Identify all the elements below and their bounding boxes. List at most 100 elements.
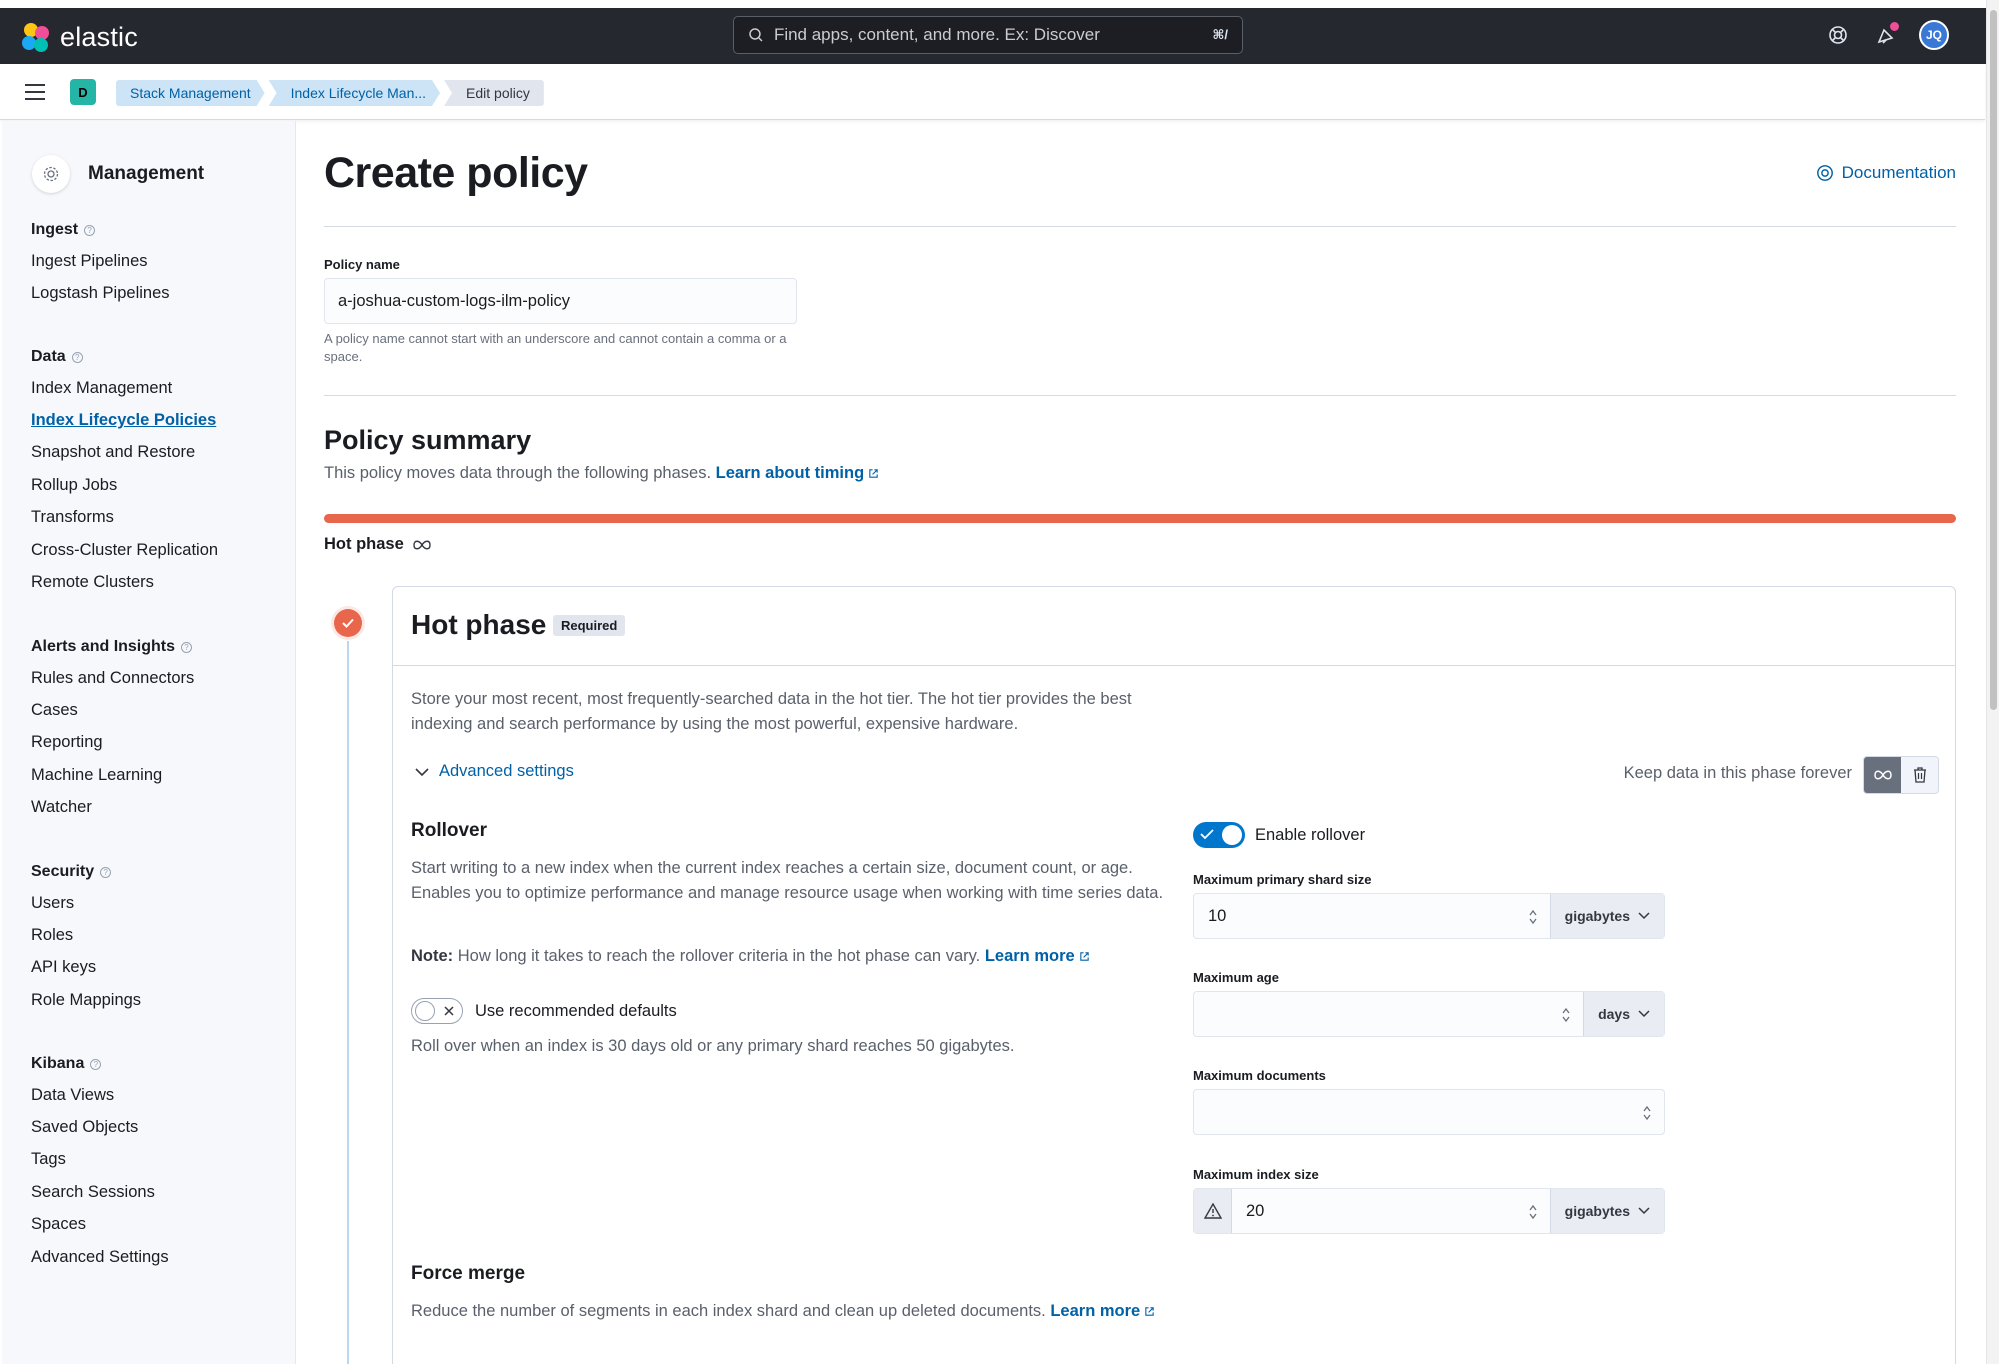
elastic-logo-icon (22, 22, 52, 53)
page-scrollbar[interactable] (1986, 0, 1999, 1364)
enable-rollover-switch[interactable] (1193, 822, 1245, 848)
sidebar-item-ingest-pipelines[interactable]: Ingest Pipelines (31, 245, 170, 277)
sidebar-title: Management (88, 163, 205, 184)
help-icon[interactable] (1823, 20, 1853, 50)
sidebar-item-saved-objects[interactable]: Saved Objects (31, 1111, 169, 1143)
keep-forever-label: Keep data in this phase forever (1623, 764, 1852, 782)
sidebar-item-cases[interactable]: Cases (31, 694, 194, 726)
stepper-icon[interactable] (1528, 908, 1538, 926)
note-label: Note: (411, 947, 454, 965)
max-shard-field[interactable]: 10 gigabytes (1193, 893, 1665, 939)
info-icon: ? (181, 641, 193, 653)
top-header: elastic ⌘/ JQ (0, 0, 1999, 64)
sidebar-item-data-views[interactable]: Data Views (31, 1079, 169, 1111)
info-icon: ? (71, 351, 83, 363)
sidebar-item-users[interactable]: Users (31, 887, 141, 919)
infinity-icon (413, 540, 431, 549)
search-shortcut: ⌘/ (1212, 27, 1228, 42)
stepper-icon[interactable] (1561, 1006, 1571, 1024)
sidebar-item-advanced-settings[interactable]: Advanced Settings (31, 1241, 169, 1273)
max-shard-value[interactable]: 10 (1208, 907, 1226, 926)
management-sidebar: Management Ingest? Ingest Pipelines Logs… (2, 121, 296, 1364)
force-merge-text: Reduce the number of segments in each in… (411, 1302, 1046, 1320)
sidebar-item-index-management[interactable]: Index Management (31, 372, 218, 404)
scrollbar-thumb[interactable] (1990, 10, 1997, 710)
learn-timing-link[interactable]: Learn about timing (716, 464, 865, 482)
defaults-text: Roll over when an index is 30 days old o… (411, 1037, 1015, 1055)
menu-icon[interactable] (25, 84, 45, 105)
policy-summary-text: This policy moves data through the follo… (324, 461, 879, 486)
space-avatar[interactable]: D (70, 79, 96, 105)
group-title: Alerts and Insights (31, 638, 176, 655)
max-age-unit-select[interactable]: days (1583, 992, 1664, 1036)
max-index-value[interactable]: 20 (1246, 1202, 1264, 1221)
breadcrumb-stack-management[interactable]: Stack Management (116, 80, 265, 106)
sidebar-group-alerts: Alerts and Insights? Rules and Connector… (31, 636, 194, 824)
divider (324, 395, 1956, 396)
sidebar-item-reporting[interactable]: Reporting (31, 727, 194, 759)
check-icon (334, 609, 362, 637)
divider (324, 226, 1956, 227)
max-index-label: Maximum index size (1193, 1167, 1319, 1182)
sidebar-item-remote-clusters[interactable]: Remote Clusters (31, 566, 218, 598)
sidebar-item-rules-connectors[interactable]: Rules and Connectors (31, 662, 194, 694)
sidebar-item-cross-cluster-replication[interactable]: Cross-Cluster Replication (31, 534, 218, 566)
sidebar-item-index-lifecycle-policies[interactable]: Index Lifecycle Policies (31, 404, 218, 436)
policy-name-help: A policy name cannot start with an under… (324, 331, 787, 364)
group-title: Ingest (31, 221, 79, 238)
learn-more-link[interactable]: Learn more (985, 947, 1075, 965)
sidebar-group-ingest: Ingest? Ingest Pipelines Logstash Pipeli… (31, 219, 170, 310)
breadcrumb-index-lifecycle[interactable]: Index Lifecycle Man... (269, 80, 440, 106)
trash-icon (1913, 767, 1926, 783)
note-text: How long it takes to reach the rollover … (457, 947, 981, 965)
sidebar-item-logstash-pipelines[interactable]: Logstash Pipelines (31, 277, 170, 309)
hot-phase-title: Hot phase (411, 609, 547, 640)
rollover-note: Note: How long it takes to reach the rol… (411, 944, 1201, 969)
force-merge-description: Reduce the number of segments in each in… (411, 1299, 1171, 1324)
force-merge-learn-more-link[interactable]: Learn more (1050, 1302, 1140, 1320)
unit-label: gigabytes (1564, 908, 1630, 924)
advanced-settings-toggle[interactable]: Advanced settings (415, 762, 574, 781)
sidebar-item-api-keys[interactable]: API keys (31, 952, 141, 984)
sidebar-item-role-mappings[interactable]: Role Mappings (31, 984, 141, 1016)
max-shard-unit-select[interactable]: gigabytes (1549, 894, 1664, 938)
sidebar-item-snapshot-restore[interactable]: Snapshot and Restore (31, 437, 218, 469)
max-age-field[interactable]: days (1193, 991, 1665, 1037)
stepper-icon[interactable] (1642, 1104, 1652, 1122)
elastic-logo[interactable]: elastic (22, 22, 138, 53)
rollover-title: Rollover (411, 820, 488, 841)
documentation-link[interactable]: Documentation (1816, 163, 1956, 183)
hot-phase-timeline-bar (324, 514, 1956, 523)
use-defaults-switch[interactable] (411, 998, 463, 1024)
max-docs-field[interactable] (1193, 1089, 1665, 1135)
logo-text: elastic (60, 22, 138, 52)
delete-button[interactable] (1901, 757, 1938, 793)
sidebar-item-spaces[interactable]: Spaces (31, 1209, 169, 1241)
sidebar-item-search-sessions[interactable]: Search Sessions (31, 1176, 169, 1208)
stepper-icon[interactable] (1528, 1203, 1538, 1221)
chevron-down-icon (1638, 1010, 1650, 1018)
enable-rollover-row: Enable rollover (1193, 822, 1365, 848)
max-index-field[interactable]: 20 gigabytes (1193, 1188, 1665, 1234)
hot-phase-description: Store your most recent, most frequently-… (411, 690, 1132, 733)
sidebar-item-machine-learning[interactable]: Machine Learning (31, 759, 194, 791)
sidebar-item-tags[interactable]: Tags (31, 1144, 169, 1176)
news-feed-icon[interactable] (1871, 20, 1901, 50)
max-index-unit-select[interactable]: gigabytes (1549, 1189, 1664, 1233)
force-merge-title: Force merge (411, 1263, 526, 1284)
user-avatar[interactable]: JQ (1919, 20, 1949, 50)
infinity-button[interactable] (1864, 757, 1901, 793)
external-link-icon (1145, 1307, 1154, 1316)
help-icon (1816, 165, 1833, 181)
sidebar-item-roles[interactable]: Roles (31, 919, 141, 951)
unit-label: gigabytes (1564, 1203, 1630, 1219)
advanced-settings-label: Advanced settings (439, 762, 574, 780)
sidebar-item-watcher[interactable]: Watcher (31, 792, 194, 824)
search-input[interactable] (773, 25, 1213, 45)
global-search[interactable]: ⌘/ (733, 16, 1243, 54)
sidebar-item-transforms[interactable]: Transforms (31, 502, 218, 534)
search-icon (749, 28, 763, 42)
sidebar-group-kibana: Kibana? Data Views Saved Objects Tags Se… (31, 1053, 169, 1273)
sidebar-item-rollup-jobs[interactable]: Rollup Jobs (31, 469, 218, 501)
policy-name-field[interactable]: a-joshua-custom-logs-ilm-policy (324, 278, 797, 324)
